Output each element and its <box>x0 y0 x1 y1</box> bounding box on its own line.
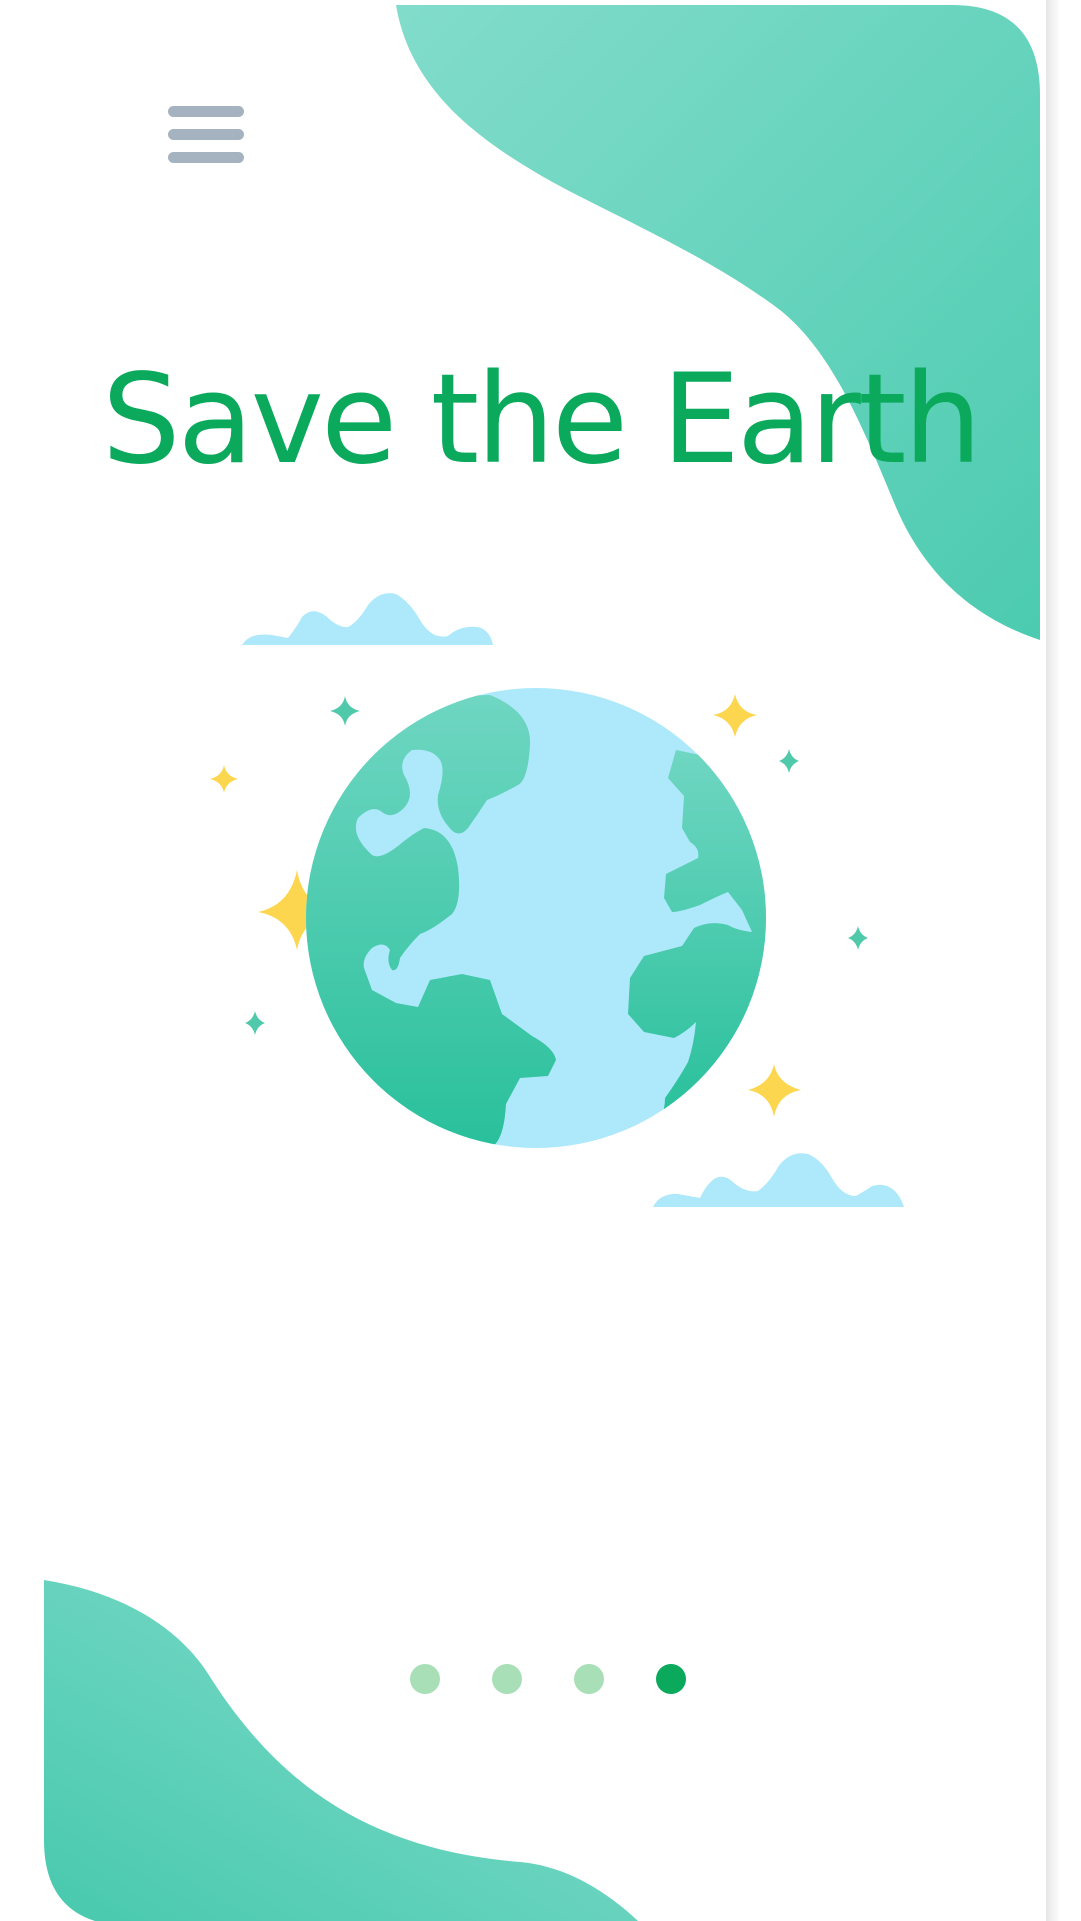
top-right-wave-shape <box>396 5 1040 640</box>
page-dot-3[interactable] <box>574 1664 604 1694</box>
page-title: Save the Earth <box>101 348 982 492</box>
device-edge-shadow <box>1046 0 1060 1921</box>
page-dot-4-active[interactable] <box>656 1664 686 1694</box>
cloud-right-shape <box>653 1153 904 1207</box>
onboarding-card: Save the Earth <box>0 0 1046 1921</box>
pagination-dots <box>410 1664 686 1696</box>
page-dot-2[interactable] <box>492 1664 522 1694</box>
bottom-left-wave-shape <box>44 1580 638 1921</box>
menu-bar-bottom <box>168 152 244 163</box>
onboarding-screen: Save the Earth <box>0 0 1081 1921</box>
hamburger-menu-icon <box>168 106 244 117</box>
cloud-left-shape <box>242 593 493 645</box>
background-art <box>44 5 1040 1921</box>
hamburger-menu-button[interactable] <box>160 100 250 172</box>
earth-globe-icon <box>306 688 766 1148</box>
page-dot-1[interactable] <box>410 1664 440 1694</box>
menu-bar-middle <box>168 129 244 140</box>
